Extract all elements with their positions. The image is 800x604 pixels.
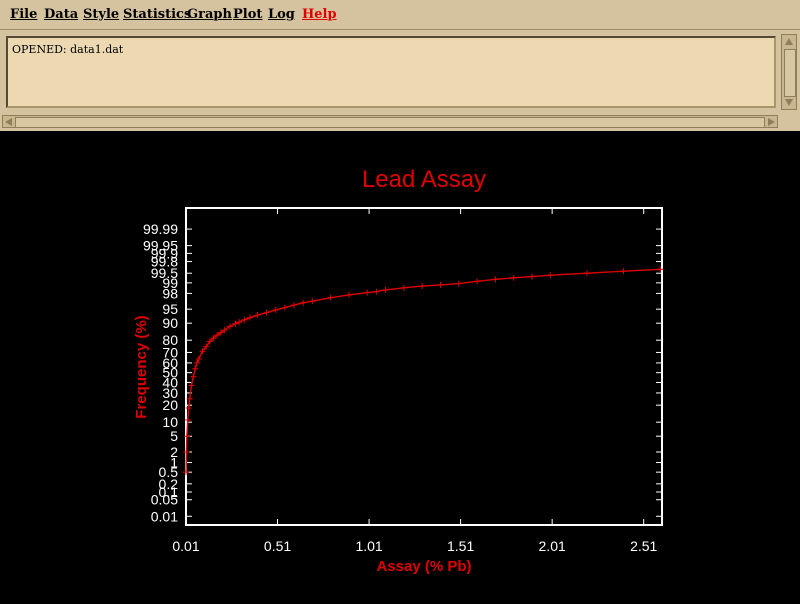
y-tick-label: 80 (162, 332, 178, 348)
data-point-marker (455, 280, 462, 287)
plot-frame (185, 207, 663, 526)
data-point-marker (241, 316, 248, 323)
x-tick-label: 2.01 (539, 538, 566, 554)
data-point-marker (492, 276, 499, 283)
menu-data[interactable]: Data (44, 7, 78, 22)
menu-bar: File Data Style Statistics Graph Plot Lo… (0, 0, 800, 30)
data-point-marker (247, 314, 254, 321)
data-point-marker (345, 291, 352, 298)
data-point-marker (474, 278, 481, 285)
x-axis-label: Assay (% Pb) (376, 558, 471, 575)
x-tick-label: 0.51 (264, 538, 291, 554)
y-tick-label: 5 (170, 428, 178, 444)
data-point-marker (263, 309, 270, 316)
menu-help[interactable]: Help (302, 7, 337, 22)
y-axis-label: Frequency (%) (133, 315, 150, 418)
y-tick-label: 90 (162, 315, 178, 331)
data-point-marker (547, 272, 554, 279)
vertical-scrollbar[interactable] (781, 34, 797, 110)
scroll-right-arrow-icon[interactable] (768, 118, 775, 126)
menu-file[interactable]: File (10, 7, 37, 22)
data-point-marker (192, 365, 199, 372)
data-point-marker (583, 270, 590, 277)
menu-plot[interactable]: Plot (233, 7, 262, 22)
data-point-marker (186, 395, 193, 402)
menu-graph[interactable]: Graph (187, 7, 232, 22)
data-point-marker (400, 284, 407, 291)
data-point-marker (309, 298, 316, 305)
data-point-marker (510, 274, 517, 281)
data-point-marker (232, 320, 239, 327)
data-point-marker (291, 302, 298, 309)
data-point-marker (327, 294, 334, 301)
data-point-marker (236, 319, 243, 326)
data-point-marker (183, 469, 189, 476)
y-axis-ticks: 0.010.050.10.20.512510203040506070809095… (143, 221, 662, 524)
scroll-down-arrow-icon[interactable] (785, 99, 793, 106)
scroll-left-arrow-icon[interactable] (5, 118, 12, 126)
data-point-marker (529, 273, 536, 280)
data-point-marker (183, 433, 190, 440)
log-textarea[interactable]: OPENED: data1.dat (6, 36, 776, 108)
probability-chart: Lead Assay Assay (% Pb) Frequency (%) 0.… (133, 166, 664, 575)
menu-log[interactable]: Log (268, 7, 295, 22)
x-tick-label: 1.51 (447, 538, 474, 554)
scroll-thumb-horizontal[interactable] (15, 117, 765, 128)
y-tick-label: 95 (162, 301, 178, 317)
data-point-marker (419, 283, 426, 290)
scroll-thumb[interactable] (784, 49, 796, 97)
y-tick-label: 99.99 (143, 221, 178, 237)
message-panel: OPENED: data1.dat (0, 30, 800, 131)
y-tick-label: 2 (170, 444, 178, 460)
x-tick-label: 2.51 (630, 538, 657, 554)
data-point-marker (190, 373, 197, 380)
data-point-marker (188, 382, 195, 389)
chart-title: Lead Assay (362, 166, 486, 193)
data-point-marker (364, 289, 371, 296)
horizontal-scrollbar[interactable] (2, 115, 778, 128)
series-group (183, 266, 664, 476)
y-tick-label: 99.95 (143, 238, 178, 254)
series-line (185, 268, 661, 473)
data-point-marker (254, 312, 261, 319)
app-window: File Data Style Statistics Graph Plot Lo… (0, 0, 800, 600)
data-point-marker (300, 299, 307, 306)
menu-statistics[interactable]: Statistics (123, 7, 191, 22)
plot-area: Lead Assay Assay (% Pb) Frequency (%) 0.… (0, 131, 800, 600)
scroll-up-arrow-icon[interactable] (785, 38, 793, 45)
menu-style[interactable]: Style (83, 7, 119, 22)
data-point-marker (437, 281, 444, 288)
data-point-marker (281, 304, 288, 311)
data-point-marker (183, 448, 190, 455)
data-point-marker (373, 288, 380, 295)
x-axis-ticks: 0.01 0.51 1.01 1.51 2.01 2.51 (172, 208, 658, 554)
y-tick-label: 0.01 (151, 508, 178, 524)
data-point-marker (382, 286, 389, 293)
x-tick-label: 1.01 (355, 538, 382, 554)
x-tick-label: 0.01 (172, 538, 199, 554)
y-tick-label: 10 (162, 414, 178, 430)
data-point-marker (272, 306, 279, 313)
data-point-marker (620, 268, 627, 275)
